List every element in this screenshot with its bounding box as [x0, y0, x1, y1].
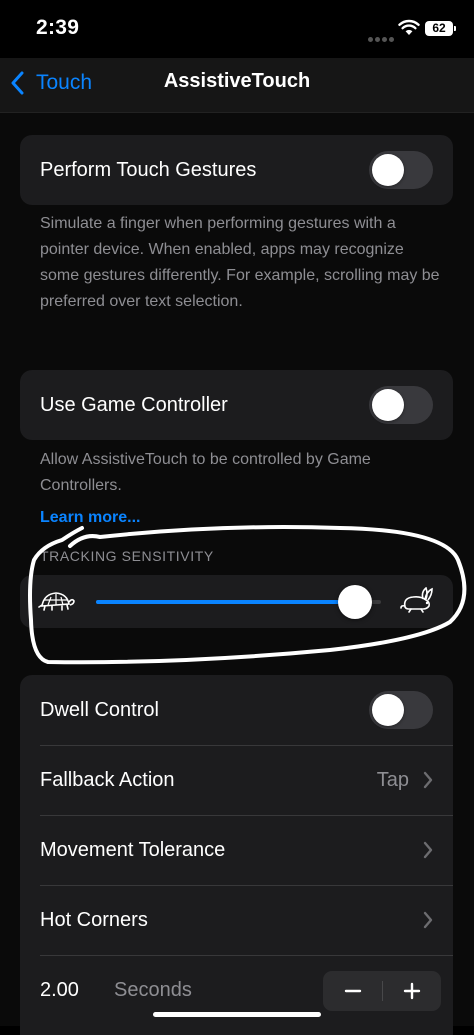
plus-icon [403, 982, 420, 1000]
toggle-knob [372, 694, 404, 726]
toggle-knob [372, 389, 404, 421]
toggle-knob [372, 154, 404, 186]
navigation-bar: Touch AssistiveTouch [0, 58, 474, 113]
minus-icon [344, 989, 361, 993]
dwell-seconds-value: 2.00 [40, 979, 79, 1001]
fallback-action-row[interactable]: Fallback Action Tap [20, 745, 453, 815]
tracking-sensitivity-header: TRACKING SENSITIVITY [40, 548, 214, 564]
fallback-action-value: Tap [376, 769, 409, 791]
status-time: 2:39 [36, 16, 80, 39]
tracking-sensitivity-slider[interactable] [96, 585, 381, 619]
increment-button[interactable] [382, 971, 441, 1011]
game-controller-row: Use Game Controller [20, 370, 453, 440]
rabbit-icon [400, 587, 433, 613]
learn-more-link[interactable]: Learn more... [40, 509, 140, 527]
status-bar: 2:39 62 [0, 0, 474, 58]
battery-icon: 62 [425, 21, 456, 36]
home-indicator [153, 1012, 321, 1017]
dwell-seconds-stepper[interactable] [323, 971, 441, 1011]
slider-fill [96, 600, 356, 604]
wifi-icon [398, 19, 420, 35]
touch-gestures-label: Perform Touch Gestures [40, 159, 257, 181]
touch-gestures-card: Perform Touch Gestures [20, 135, 453, 205]
battery-level: 62 [432, 21, 446, 35]
tracking-sensitivity-card [20, 575, 453, 628]
touch-gestures-footnote: Simulate a finger when performing gestur… [40, 215, 440, 310]
touch-gestures-row: Perform Touch Gestures [20, 135, 453, 205]
chevron-right-icon [423, 771, 433, 789]
touch-gestures-toggle[interactable] [369, 151, 433, 189]
dwell-control-toggle[interactable] [369, 691, 433, 729]
chevron-right-icon [423, 911, 433, 929]
hot-corners-row[interactable]: Hot Corners [20, 885, 453, 955]
decrement-button[interactable] [323, 971, 382, 1011]
dwell-control-row: Dwell Control [20, 675, 453, 745]
movement-tolerance-label: Movement Tolerance [40, 839, 226, 861]
dwell-control-label: Dwell Control [40, 699, 159, 721]
movement-tolerance-row[interactable]: Movement Tolerance [20, 815, 453, 885]
game-controller-footnote: Allow AssistiveTouch to be controlled by… [40, 451, 371, 494]
fallback-action-label: Fallback Action [40, 769, 175, 791]
dwell-control-card: Dwell Control Fallback Action Tap Moveme… [20, 675, 453, 1035]
stepper-divider [382, 981, 383, 1001]
settings-content: Perform Touch Gestures Simulate a finger… [0, 113, 474, 1035]
page-title: AssistiveTouch [163, 70, 311, 92]
hot-corners-label: Hot Corners [40, 909, 148, 931]
game-controller-card: Use Game Controller [20, 370, 453, 440]
game-controller-toggle[interactable] [369, 386, 433, 424]
turtle-icon [38, 592, 75, 611]
cellular-signal-icon [368, 29, 398, 42]
game-controller-label: Use Game Controller [40, 394, 228, 416]
slider-thumb[interactable] [338, 585, 373, 619]
chevron-right-icon [423, 841, 433, 859]
